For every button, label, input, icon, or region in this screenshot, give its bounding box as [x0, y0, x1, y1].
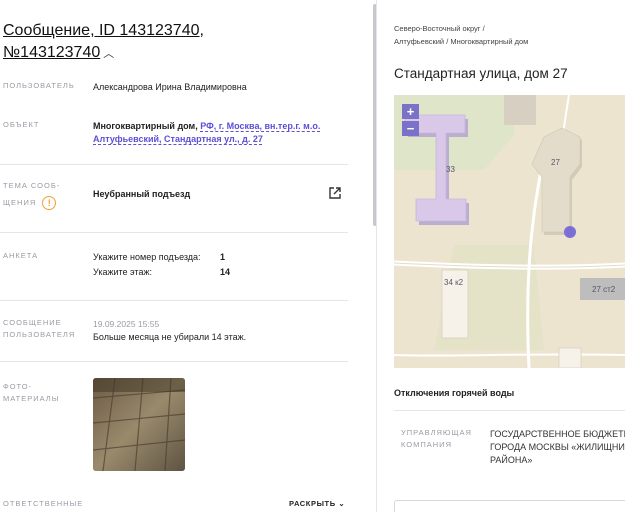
object-label: ОБЪЕКТ: [3, 120, 40, 129]
survey-question: Укажите этаж:: [93, 267, 152, 277]
topic-label-line2: ЩЕНИЯ: [3, 198, 37, 207]
survey-label: АНКЕТА: [3, 251, 39, 260]
building-label: 33: [446, 165, 455, 174]
message-title-line2: №143123740: [3, 44, 101, 61]
external-link-icon[interactable]: [328, 186, 342, 200]
panel-divider: [376, 0, 377, 512]
zoom-controls: + −: [402, 104, 419, 136]
user-message-label: СООБЩЕНИЕ ПОЛЬЗОВАТЕЛЯ: [3, 317, 75, 341]
object-panel: Северо-Восточный округ / Алтуфьевский / …: [378, 0, 625, 512]
building-label: 27 ст2: [592, 285, 616, 294]
user-message-label-line1: СООБЩЕНИЕ: [3, 318, 62, 327]
survey-row: Укажите номер подъезда: 1: [93, 251, 225, 264]
object-type: Многоквартирный дом,: [93, 121, 198, 131]
message-panel: Сообщение, ID 143123740, №143123740 ︿ ПОЛ…: [0, 0, 372, 512]
building-label: 34 к2: [444, 278, 464, 287]
topic-value: Неубранный подъезд: [93, 189, 191, 199]
divider: [0, 361, 348, 362]
management-label-line1: УПРАВЛЯЮЩАЯ: [401, 428, 472, 437]
topic-label: ТЕМА СООБ- ЩЕНИЯ!: [3, 180, 60, 214]
user-message-date: 19.09.2025 15:55: [93, 319, 160, 329]
chevron-up-icon[interactable]: ︿: [103, 48, 114, 60]
expand-button[interactable]: РАСКРЫТЬ ⌄: [289, 499, 345, 508]
survey-question: Укажите номер подъезда:: [93, 252, 201, 262]
bottom-input-box[interactable]: [394, 500, 625, 512]
survey-answer: 1: [220, 252, 226, 262]
hot-water-outages-label: Отключения горячей воды: [394, 388, 515, 398]
management-company-value: ГОСУДАРСТВЕННОЕ БЮДЖЕТН ГОРОДА МОСКВЫ «Ж…: [490, 428, 625, 467]
photo-label-line2: МАТЕРИАЛЫ: [3, 394, 60, 403]
management-company-label: УПРАВЛЯЮЩАЯ КОМПАНИЯ: [401, 427, 472, 451]
survey-answer: 14: [220, 267, 231, 277]
photo-thumbnail[interactable]: [93, 378, 185, 471]
user-message-text: Больше месяца не убирали 14 этаж.: [93, 332, 247, 342]
zoom-out-button[interactable]: −: [402, 121, 419, 136]
expand-label: РАСКРЫТЬ: [289, 499, 336, 508]
photo-label-line1: ФОТО-: [3, 382, 33, 391]
management-value-line2: ГОРОДА МОСКВЫ «ЖИЛИЩНИ: [490, 442, 625, 452]
message-title-line1: Сообщение, ID 143123740,: [3, 22, 204, 39]
user-label: ПОЛЬЗОВАТЕЛЬ: [3, 81, 75, 90]
object-address-link-2[interactable]: Алтуфьевский, Стандартная ул., д. 27: [93, 134, 263, 144]
chevron-down-icon: ⌄: [338, 499, 346, 508]
breadcrumb-line2[interactable]: Алтуфьевский / Многоквартирный дом: [394, 37, 528, 46]
topic-label-line1: ТЕМА СООБ-: [3, 181, 61, 190]
divider: [0, 232, 348, 233]
object-address-link[interactable]: РФ, г. Москва, вн.тер.г. м.о.: [200, 121, 320, 131]
user-message-label-line2: ПОЛЬЗОВАТЕЛЯ: [3, 330, 76, 339]
management-value-line1: ГОСУДАРСТВЕННОЕ БЮДЖЕТН: [490, 429, 625, 439]
breadcrumb-line1[interactable]: Северо-Восточный округ /: [394, 24, 485, 33]
object-value: Многоквартирный дом, РФ, г. Москва, вн.т…: [93, 120, 353, 146]
building-label: 27: [551, 158, 560, 167]
breadcrumb: Северо-Восточный округ / Алтуфьевский / …: [394, 22, 528, 48]
user-value: Александрова Ирина Владимировна: [93, 82, 247, 92]
address-title: Стандартная улица, дом 27: [394, 66, 568, 81]
map-canvas: 33 27 34 к2 27 ст2: [394, 95, 625, 368]
photo-label: ФОТО- МАТЕРИАЛЫ: [3, 381, 59, 405]
divider: [394, 410, 625, 411]
divider: [0, 164, 348, 165]
survey-row: Укажите этаж: 14: [93, 266, 230, 279]
message-title[interactable]: Сообщение, ID 143123740, №143123740 ︿: [3, 20, 343, 65]
divider: [0, 300, 348, 301]
management-value-line3: РАЙОНА»: [490, 455, 533, 465]
responsible-label: ОТВЕТСТВЕННЫЕ: [3, 499, 84, 508]
zoom-in-button[interactable]: +: [402, 104, 419, 119]
map[interactable]: 33 27 34 к2 27 ст2 + −: [394, 95, 625, 368]
location-marker[interactable]: [564, 226, 576, 238]
warning-icon[interactable]: !: [42, 196, 57, 211]
management-label-line2: КОМПАНИЯ: [401, 440, 452, 449]
